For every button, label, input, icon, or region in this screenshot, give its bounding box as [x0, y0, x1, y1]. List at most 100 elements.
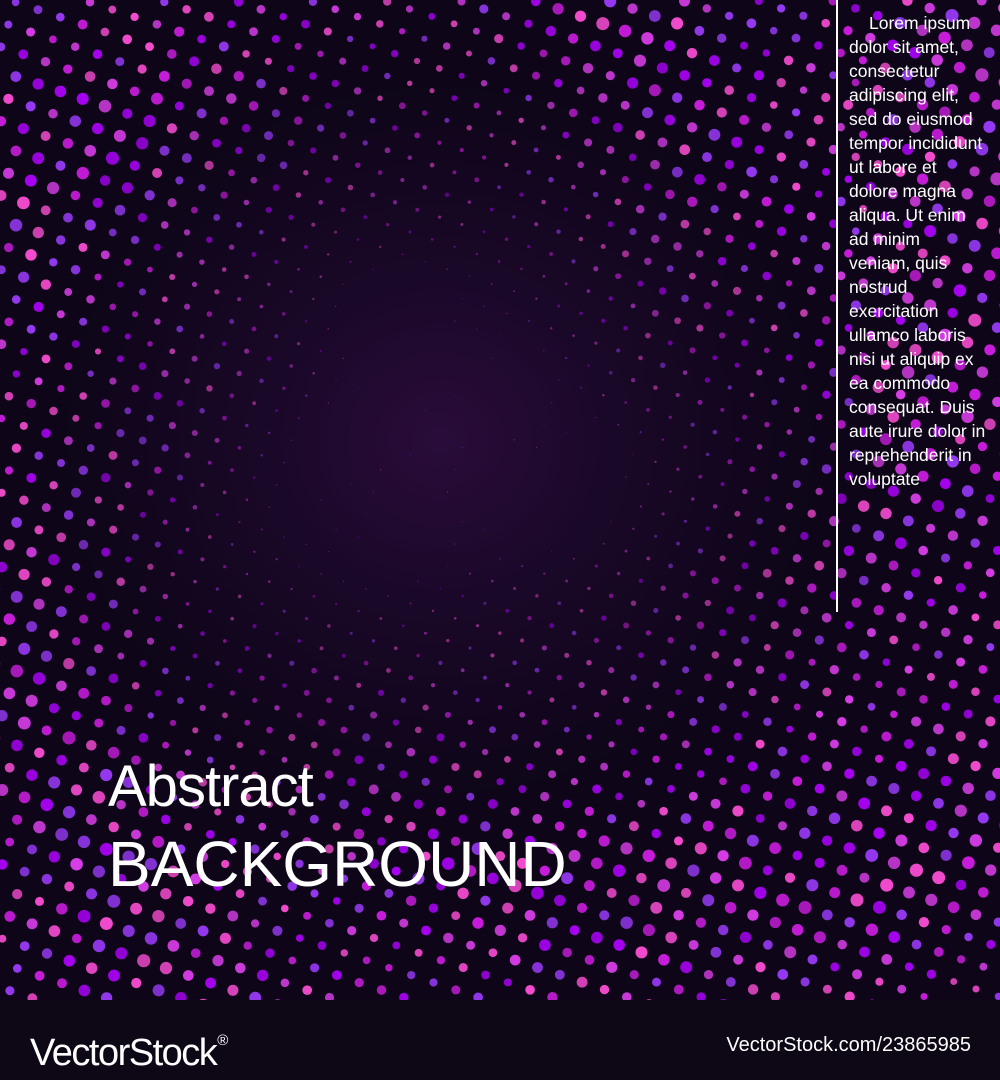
halftone-dot	[517, 42, 525, 50]
halftone-dot	[719, 332, 726, 339]
halftone-dot	[466, 125, 472, 131]
halftone-dot	[108, 969, 120, 982]
halftone-dot	[113, 129, 126, 142]
halftone-dot	[550, 402, 552, 404]
halftone-dot	[183, 229, 191, 236]
halftone-dot	[628, 821, 639, 832]
halftone-dot	[116, 355, 124, 363]
halftone-dot	[331, 5, 340, 14]
halftone-dot	[459, 148, 464, 153]
halftone-dot	[297, 639, 301, 643]
halftone-dot	[919, 695, 928, 704]
vectorstock-logo-text: VectorStock	[30, 1032, 218, 1074]
halftone-dot	[792, 776, 803, 787]
halftone-dot	[85, 962, 98, 974]
halftone-dot	[450, 20, 458, 28]
halftone-dot	[852, 969, 863, 980]
halftone-dot	[167, 198, 177, 208]
halftone-dot	[688, 939, 699, 950]
halftone-dot	[308, 0, 318, 6]
halftone-dot	[806, 63, 816, 73]
halftone-dot	[124, 704, 133, 713]
halftone-dot	[252, 697, 258, 703]
halftone-dot	[488, 948, 498, 958]
halftone-dot	[185, 601, 190, 606]
halftone-dot	[792, 108, 801, 117]
halftone-dot	[129, 160, 140, 171]
halftone-dot	[763, 717, 772, 727]
halftone-dot	[992, 396, 1000, 408]
halftone-dot	[696, 770, 705, 778]
halftone-dot	[335, 528, 337, 530]
halftone-dot	[568, 849, 581, 862]
halftone-dot	[355, 162, 361, 168]
halftone-dot	[990, 172, 1000, 186]
halftone-dot	[86, 666, 96, 676]
halftone-dot	[362, 140, 368, 146]
halftone-dot	[108, 450, 118, 460]
halftone-dot	[392, 125, 398, 131]
halftone-dot	[63, 64, 73, 74]
halftone-dot	[274, 705, 280, 711]
halftone-dot	[379, 469, 382, 471]
halftone-dot	[650, 159, 660, 170]
halftone-dot	[229, 690, 235, 696]
halftone-dot	[574, 10, 587, 22]
halftone-dot	[852, 673, 861, 681]
halftone-dot	[328, 551, 330, 553]
halftone-dot	[451, 985, 461, 995]
halftone-dot	[580, 386, 583, 389]
halftone-dot	[711, 280, 719, 287]
halftone-dot	[680, 219, 690, 229]
halftone-dot	[483, 601, 487, 605]
halftone-dot	[546, 917, 558, 929]
halftone-dot	[467, 719, 473, 725]
halftone-dot	[64, 881, 75, 892]
halftone-dot	[34, 896, 45, 906]
halftone-dot	[776, 78, 786, 88]
halftone-dot	[829, 665, 839, 675]
halftone-dot	[689, 347, 696, 354]
halftone-dot	[49, 481, 58, 490]
halftone-dot	[510, 806, 520, 816]
halftone-dot	[275, 558, 278, 561]
halftone-dot	[652, 681, 660, 689]
halftone-dot	[335, 380, 337, 382]
halftone-dot	[985, 716, 996, 727]
halftone-dot	[783, 55, 794, 66]
halftone-dot	[76, 92, 89, 105]
halftone-dot	[275, 631, 279, 636]
halftone-dot	[800, 754, 809, 764]
halftone-dot	[741, 339, 748, 347]
halftone-dot	[753, 70, 764, 81]
halftone-dot	[620, 100, 630, 110]
halftone-dot	[4, 762, 15, 773]
halftone-dot	[41, 354, 51, 364]
halftone-dot	[565, 356, 568, 360]
halftone-dot	[836, 642, 847, 653]
halftone-dot	[668, 563, 673, 569]
halftone-dot	[570, 777, 579, 786]
halftone-dot	[57, 978, 67, 989]
halftone-dot	[18, 642, 31, 655]
halftone-dot	[301, 19, 310, 29]
halftone-dot	[808, 435, 816, 443]
halftone-dot	[680, 813, 692, 824]
halftone-dot	[586, 734, 592, 740]
halftone-dot	[4, 391, 14, 401]
halftone-dot	[646, 556, 651, 561]
halftone-dot	[244, 646, 250, 651]
halftone-dot	[405, 5, 414, 13]
halftone-dot	[32, 226, 44, 239]
halftone-dot	[350, 484, 352, 486]
halftone-dot	[602, 393, 605, 397]
halftone-dot	[592, 191, 599, 198]
halftone-dot	[676, 541, 680, 546]
halftone-dot	[993, 620, 1000, 630]
halftone-dot	[264, 57, 272, 65]
halftone-dot	[520, 565, 524, 568]
halftone-dot	[635, 205, 645, 214]
halftone-dot	[518, 785, 527, 794]
halftone-dot	[513, 439, 515, 441]
halftone-dot	[755, 665, 765, 675]
